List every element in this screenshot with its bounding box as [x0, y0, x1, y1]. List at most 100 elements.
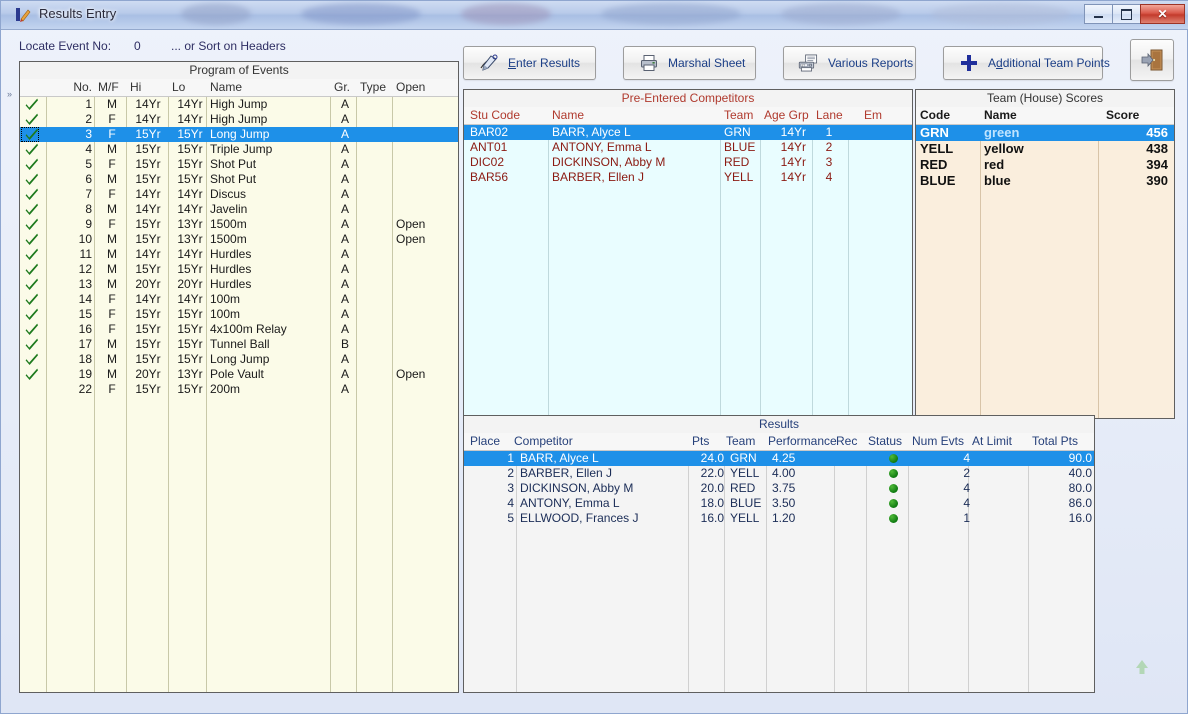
column-header-gr-[interactable]: Gr.	[334, 80, 356, 94]
column-header-performance[interactable]: Performance	[768, 434, 837, 448]
table-row[interactable]: GRNgreen456	[916, 125, 1174, 141]
pane-splitter-handle[interactable]: »	[7, 89, 17, 119]
close-button[interactable]: ✕	[1140, 4, 1185, 24]
table-row[interactable]: 22F15Yr15Yr200mA	[20, 382, 458, 397]
table-row[interactable]: 5ELLWOOD, Frances J16.0YELL1.20116.0	[464, 511, 1094, 526]
cell-name: Long Jump	[210, 127, 330, 142]
table-row[interactable]: 5F15Yr15YrShot PutA	[20, 157, 458, 172]
table-row[interactable]: 16F15Yr15Yr4x100m RelayA	[20, 322, 458, 337]
column-header-competitor[interactable]: Competitor	[514, 434, 573, 448]
table-row[interactable]: 12M15Yr15YrHurdlesA	[20, 262, 458, 277]
cell-performance: 4.25	[772, 451, 832, 466]
cell-no: 11	[58, 247, 92, 262]
column-header-team[interactable]: Team	[726, 434, 755, 448]
pre-entered-body[interactable]: BAR02BARR, Alyce LGRN14Yr1ANT01ANTONY, E…	[464, 125, 912, 418]
additional-team-points-button[interactable]: Additional Team Points	[943, 46, 1103, 80]
results-header[interactable]: Place Competitor Pts Team PerformanceRec Stat…	[464, 433, 1094, 451]
table-row[interactable]: 19M20Yr13YrPole VaultAOpen	[20, 367, 458, 382]
column-header-em[interactable]: Em	[864, 108, 882, 122]
column-header-name[interactable]: Name	[552, 108, 584, 122]
row-check-icon	[25, 232, 41, 247]
pre-entered-header[interactable]: Stu Code Name Team Age Grp Lane Em	[464, 107, 912, 125]
table-row[interactable]: 9F15Yr13Yr1500mAOpen	[20, 217, 458, 232]
column-header-open[interactable]: Open	[396, 80, 456, 94]
cell-score: 390	[1102, 173, 1168, 189]
program-of-events-grid[interactable]: Program of Events No.M/FHiLoNameGr.TypeO…	[19, 61, 459, 693]
column-header-m-f[interactable]: M/F	[98, 80, 126, 94]
column-header-at-limit[interactable]: At Limit	[972, 434, 1012, 448]
results-body[interactable]: 1BARR, Alyce L24.0GRN4.25490.02BARBER, E…	[464, 451, 1094, 692]
column-header-place[interactable]: Place	[470, 434, 500, 448]
cell-competitor: DICKINSON, Abby M	[520, 481, 690, 496]
cell-hi: 15Yr	[130, 232, 166, 247]
table-row[interactable]: 6M15Yr15YrShot PutA	[20, 172, 458, 187]
table-row[interactable]: 10M15Yr13Yr1500mAOpen	[20, 232, 458, 247]
column-header-lane[interactable]: Lane	[816, 108, 843, 122]
table-row[interactable]: YELLyellow438	[916, 141, 1174, 157]
table-row[interactable]: BAR56BARBER, Ellen JYELL14Yr4	[464, 170, 912, 185]
window-title-bar: Results Entry ✕	[1, 1, 1188, 30]
minimize-button[interactable]	[1084, 4, 1113, 24]
column-header-status[interactable]: Status	[868, 434, 902, 448]
column-header-rec[interactable]: Rec	[836, 434, 857, 448]
table-row[interactable]: 4ANTONY, Emma L18.0BLUE3.50486.0	[464, 496, 1094, 511]
table-row[interactable]: 17M15Yr15YrTunnel BallB	[20, 337, 458, 352]
enter-results-button[interactable]: Enter Results	[463, 46, 596, 80]
column-header-type[interactable]: Type	[360, 80, 394, 94]
table-row[interactable]: 3DICKINSON, Abby M20.0RED3.75480.0	[464, 481, 1094, 496]
cell-team: GRN	[724, 125, 764, 140]
program-of-events-header[interactable]: No. M/F Hi LoName Gr. TypeOpen	[20, 79, 458, 97]
column-header-name[interactable]: Name	[984, 108, 1017, 122]
team-house-scores-grid[interactable]: Team (House) Scores CodeNameScore GRNgre…	[915, 89, 1175, 419]
table-row[interactable]: 11M14Yr14YrHurdlesA	[20, 247, 458, 262]
table-row[interactable]: 2BARBER, Ellen J22.0YELL4.00240.0	[464, 466, 1094, 481]
close-icon: ✕	[1157, 8, 1167, 20]
program-of-events-body[interactable]: 1M14Yr14YrHigh JumpA2F14Yr14YrHigh JumpA…	[20, 97, 458, 692]
table-row[interactable]: 1M14Yr14YrHigh JumpA	[20, 97, 458, 112]
cell-no: 8	[58, 202, 92, 217]
column-header-stu-code[interactable]: Stu Code	[470, 108, 520, 122]
marshal-sheet-button[interactable]: Marshal Sheet	[623, 46, 756, 80]
column-header-no-[interactable]: No.	[58, 80, 92, 94]
maximize-button[interactable]	[1112, 4, 1141, 24]
team-scores-body[interactable]: GRNgreen456YELLyellow438REDred394BLUEblu…	[916, 125, 1174, 418]
results-grid[interactable]: Results PlaceCompetitorPtsTeamPerformanc…	[463, 415, 1095, 693]
table-row[interactable]: 14F14Yr14Yr100mA	[20, 292, 458, 307]
table-row[interactable]: 1BARR, Alyce L24.0GRN4.25490.0	[464, 451, 1094, 466]
cell-lo: 15Yr	[172, 337, 208, 352]
table-row[interactable]: 3F15Yr15YrLong JumpA	[20, 127, 458, 142]
exit-button[interactable]	[1130, 39, 1174, 81]
table-row[interactable]: DIC02DICKINSON, Abby MRED14Yr3	[464, 155, 912, 170]
column-header-num-evts[interactable]: Num Evts	[912, 434, 964, 448]
table-row[interactable]: 18M15Yr15YrLong JumpA	[20, 352, 458, 367]
table-row[interactable]: 7F14Yr14YrDiscusA	[20, 187, 458, 202]
locate-event-value[interactable]: 0	[134, 39, 141, 53]
table-row[interactable]: ANT01ANTONY, Emma LBLUE14Yr2	[464, 140, 912, 155]
table-row[interactable]: 4M15Yr15YrTriple JumpA	[20, 142, 458, 157]
cell-hi: 15Yr	[130, 142, 166, 157]
table-row[interactable]: BAR02BARR, Alyce LGRN14Yr1	[464, 125, 912, 140]
cell-stu_code: ANT01	[470, 140, 530, 155]
column-header-team[interactable]: Team	[724, 108, 753, 122]
table-row[interactable]: 15F15Yr15Yr100mA	[20, 307, 458, 322]
printer-icon	[638, 52, 660, 74]
table-row[interactable]: 2F14Yr14YrHigh JumpA	[20, 112, 458, 127]
table-row[interactable]: 13M20Yr20YrHurdlesA	[20, 277, 458, 292]
column-header-age-grp[interactable]: Age Grp	[764, 108, 809, 122]
column-header-lo[interactable]: Lo	[172, 80, 208, 94]
column-header-code[interactable]: Code	[920, 108, 950, 122]
cell-mf: M	[98, 352, 126, 367]
column-header-pts[interactable]: Pts	[692, 434, 709, 448]
column-header-score[interactable]: Score	[1106, 108, 1139, 122]
cell-no: 14	[58, 292, 92, 307]
column-header-name[interactable]: Name	[210, 80, 330, 94]
pre-entered-competitors-grid[interactable]: Pre-Entered Competitors Stu CodeNameTeam…	[463, 89, 913, 419]
various-reports-button[interactable]: STVarious Reports	[783, 46, 916, 80]
team-scores-header[interactable]: Code Name Score	[916, 107, 1174, 125]
cell-team: BLUE	[730, 496, 768, 511]
column-header-total-pts[interactable]: Total Pts	[1032, 434, 1078, 448]
table-row[interactable]: 8M14Yr14YrJavelinA	[20, 202, 458, 217]
column-header-hi[interactable]: Hi	[130, 80, 166, 94]
table-row[interactable]: REDred394	[916, 157, 1174, 173]
table-row[interactable]: BLUEblue390	[916, 173, 1174, 189]
